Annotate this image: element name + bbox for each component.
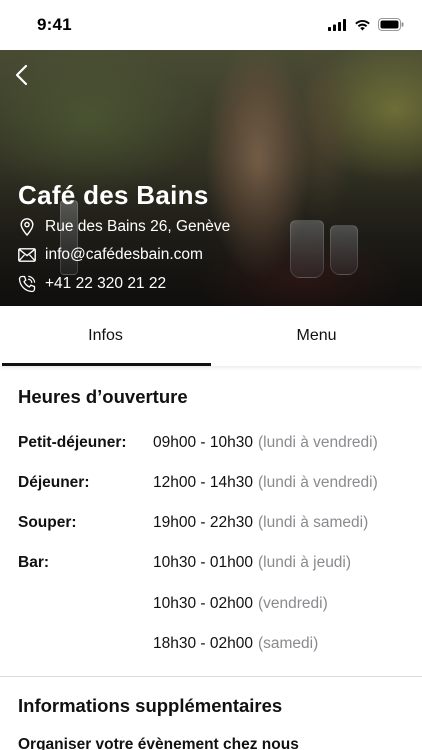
hours-days: (lundi à samedi): [257, 514, 369, 531]
hours-time-slot: 10h30 - 02h00 (vendredi): [153, 595, 328, 613]
signal-icon: [328, 18, 346, 31]
email-row[interactable]: info@cafédesbain.com: [18, 246, 203, 264]
restaurant-hero: Café des Bains Rue des Bains 26, Genève …: [0, 50, 422, 306]
tab-infos[interactable]: Infos: [0, 306, 211, 366]
tab-menu[interactable]: Menu: [211, 306, 422, 366]
address-text: Rue des Bains 26, Genève: [45, 218, 231, 235]
status-time: 9:41: [37, 15, 72, 34]
hours-time: 09h00 - 10h30: [153, 434, 253, 451]
wifi-icon: [355, 19, 370, 30]
tab-bar: Infos Menu: [0, 306, 422, 366]
phone-row[interactable]: +41 22 320 21 22: [18, 275, 166, 293]
hours-time-slot: 18h30 - 02h00 (samedi): [153, 635, 318, 653]
hours-time-slot: 12h00 - 14h30 (lundi à vendredi): [153, 474, 378, 492]
opening-hours-title: Heures d’ouverture: [18, 386, 188, 407]
phone-text: +41 22 320 21 22: [45, 275, 167, 292]
location-pin-icon: [18, 218, 36, 236]
hours-label: Petit-déjeuner:: [18, 434, 127, 451]
hero-overlay: [0, 50, 422, 306]
back-chevron-icon: [15, 64, 28, 86]
hours-days: (lundi à vendredi): [257, 474, 378, 491]
hours-days: (samedi): [257, 635, 319, 652]
hours-label: Bar:: [18, 554, 50, 571]
hours-time-slot: 10h30 - 01h00 (lundi à jeudi): [153, 554, 351, 572]
hours-time: 19h00 - 22h30: [153, 514, 253, 531]
extra-info-title: Informations supplémentaires: [18, 695, 283, 716]
restaurant-name: Café des Bains: [18, 180, 209, 210]
battery-icon: [378, 18, 404, 31]
hours-time: 10h30 - 01h00: [153, 554, 253, 571]
phone-icon: [18, 275, 36, 293]
hours-label: Déjeuner:: [18, 474, 90, 491]
hours-time-slot: 09h00 - 10h30 (lundi à vendredi): [153, 434, 378, 452]
envelope-icon: [18, 246, 36, 264]
event-link[interactable]: Organiser votre évènement chez nous: [18, 736, 299, 750]
status-icons: [328, 18, 404, 31]
address-row[interactable]: Rue des Bains 26, Genève: [18, 218, 230, 236]
email-text: info@cafédesbain.com: [45, 246, 203, 263]
hours-time: 18h30 - 02h00: [153, 635, 253, 652]
section-divider: [0, 676, 422, 677]
back-button[interactable]: [10, 62, 36, 88]
hours-label: Souper:: [18, 514, 77, 531]
hours-time-slot: 19h00 - 22h30 (lundi à samedi): [153, 514, 368, 532]
status-bar: 9:41: [0, 0, 422, 50]
hours-days: (lundi à vendredi): [257, 434, 378, 451]
hours-days: (lundi à jeudi): [257, 554, 352, 571]
hours-time: 12h00 - 14h30: [153, 474, 253, 491]
hours-time: 10h30 - 02h00: [153, 595, 253, 612]
hours-days: (vendredi): [257, 595, 328, 612]
